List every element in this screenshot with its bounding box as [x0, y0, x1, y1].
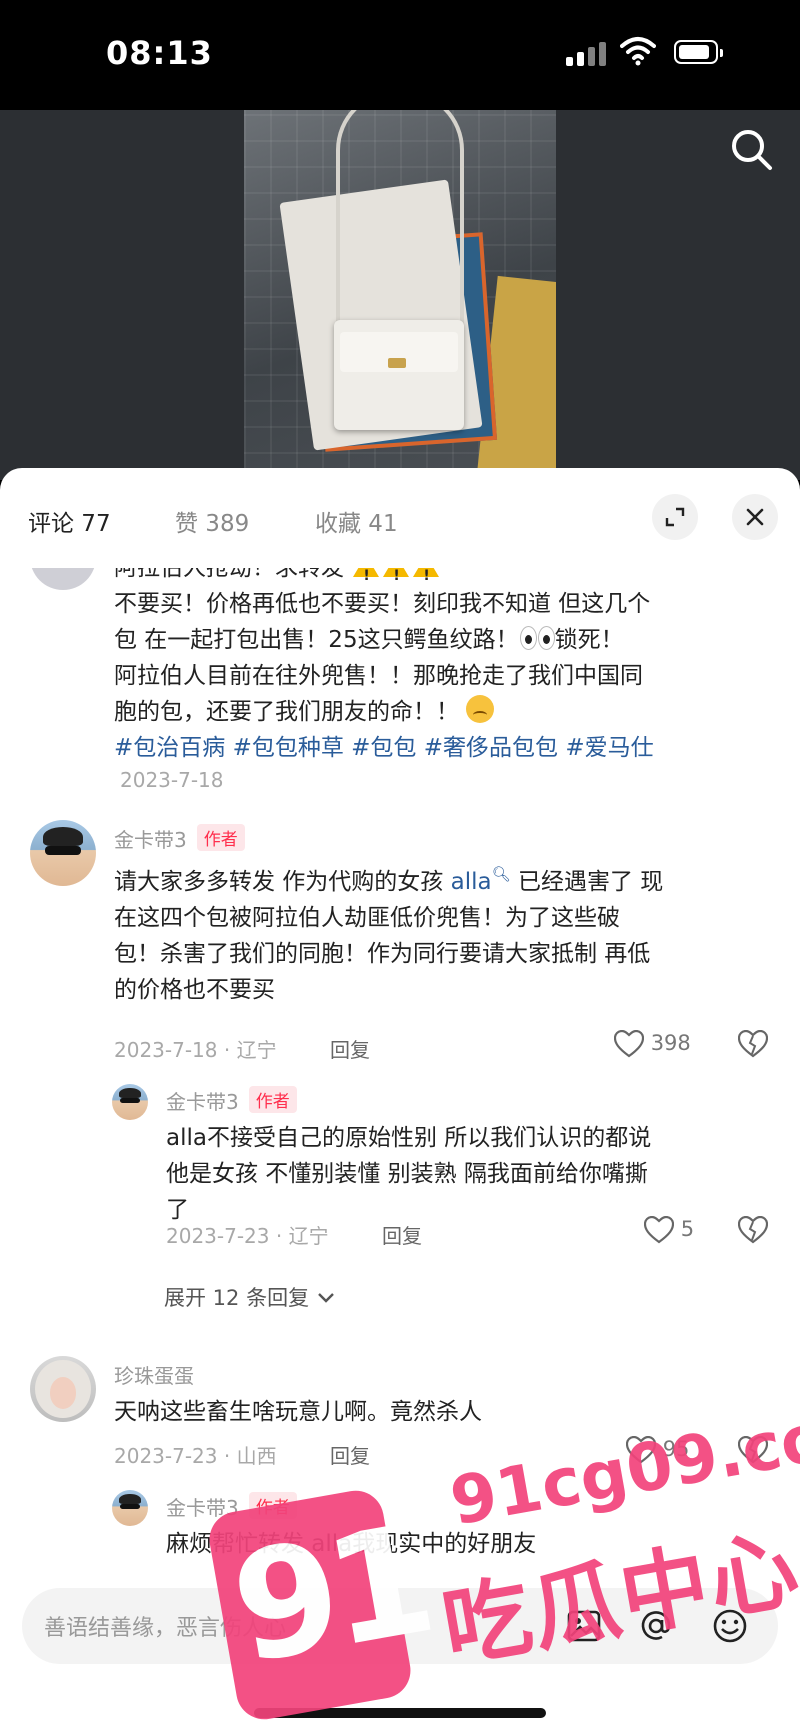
warning-icon [413, 568, 440, 594]
eyes-emoji-icon [519, 626, 555, 650]
comment-author[interactable]: 金卡带3 作者 [114, 824, 245, 853]
comment-author[interactable]: 金卡带3 作者 [166, 1086, 297, 1115]
tab-comments[interactable]: 评论 77 [28, 504, 111, 538]
dislike-icon [737, 1029, 769, 1058]
reply-text: alla不接受自己的原始性别 所以我们认识的都说 他是女孩 不懂别装懂 别装熟 … [166, 1125, 652, 1223]
dislike-icon [737, 1215, 769, 1244]
image-button[interactable] [564, 1606, 604, 1646]
dislike-button[interactable] [737, 1029, 769, 1058]
at-icon [641, 1611, 671, 1640]
dislike-icon [737, 1435, 769, 1464]
crying-emoji-icon [466, 695, 495, 723]
comment-author[interactable]: 珍珠蛋蛋 [114, 1360, 194, 1389]
heart-icon [643, 1215, 675, 1244]
comment-input-placeholder: 善语结善缘，恶言伤人心 [44, 1616, 287, 1641]
comment-list: 阿拉伯人抢劫！求转发 不要买！价格再低也不要买！刻印我不知道 但这几个 包 在一… [0, 568, 800, 1588]
cellular-signal-icon [566, 40, 608, 66]
post-image-area [0, 110, 800, 480]
comment-input[interactable]: 善语结善缘，恶言伤人心 [22, 1588, 778, 1664]
status-bar: 08:13 [0, 0, 800, 110]
comment-sheet: 评论 77 赞 389 收藏 41 阿拉伯人抢劫！求转发 不要买！价格再低也不要… [0, 468, 800, 1736]
reply-button[interactable]: 回复 [382, 1220, 422, 1249]
avatar[interactable] [30, 1356, 96, 1422]
comment-date: 2023-7-23 · 山西 [114, 1444, 277, 1468]
comment-date: 2023-7-18 · 辽宁 [114, 1038, 277, 1062]
post-photo[interactable] [244, 110, 556, 480]
emoji-button[interactable] [710, 1606, 750, 1646]
comment-text: 请大家多多转发 作为代购的女孩 alla🔍︎ 已经遇害了 现 在这四个包被阿拉伯… [114, 865, 664, 1003]
tab-likes[interactable]: 赞 389 [175, 504, 249, 538]
search-mini-icon: 🔍︎ [491, 865, 511, 883]
dislike-button[interactable] [737, 1435, 769, 1464]
comment-text: 天呐这些畜生啥玩意儿啊。竟然杀人 [114, 1399, 482, 1425]
warning-icon [383, 568, 410, 594]
hashtags[interactable]: #包治百病 #包包种草 #包包 #奢侈品包包 #爱马仕 [114, 730, 774, 766]
expand-button[interactable] [652, 494, 698, 540]
mention-button[interactable] [636, 1606, 676, 1646]
mention-link[interactable]: alla [451, 869, 492, 895]
image-icon [567, 1610, 601, 1642]
home-indicator [254, 1708, 546, 1718]
warning-icon [353, 568, 380, 594]
like-button[interactable]: 95 [625, 1435, 689, 1464]
battery-icon [674, 40, 723, 64]
comment-author[interactable]: 金卡带3 作者 [166, 1492, 297, 1521]
avatar[interactable] [112, 1084, 148, 1120]
emoji-icon [713, 1609, 747, 1643]
status-time: 08:13 [106, 34, 213, 72]
like-button[interactable]: 398 [613, 1029, 691, 1058]
author-badge: 作者 [248, 1492, 297, 1519]
expand-replies-button[interactable]: 展开 12 条回复 [164, 1282, 336, 1312]
avatar[interactable] [112, 1490, 148, 1526]
search-button[interactable] [726, 124, 778, 176]
author-badge: 作者 [248, 1086, 297, 1113]
heart-icon [613, 1029, 645, 1058]
wifi-icon [620, 37, 656, 66]
expand-icon [665, 507, 685, 527]
search-icon [732, 130, 772, 170]
tab-favorites[interactable]: 收藏 41 [315, 504, 398, 538]
reply-date: 2023-7-23 · 辽宁 [166, 1224, 329, 1248]
comment-text: 阿拉伯人抢劫！求转发 不要买！价格再低也不要买！刻印我不知道 但这几个 包 在一… [114, 568, 774, 766]
close-button[interactable] [732, 494, 778, 540]
chevron-down-icon [317, 1293, 334, 1303]
comment-date: 2023-7-18 [120, 768, 224, 792]
dislike-button[interactable] [737, 1215, 769, 1244]
like-button[interactable]: 5 [643, 1215, 694, 1244]
reply-button[interactable]: 回复 [330, 1440, 370, 1469]
author-badge: 作者 [196, 824, 245, 851]
close-icon [746, 508, 764, 526]
avatar[interactable] [30, 820, 96, 886]
heart-icon [625, 1435, 657, 1464]
avatar[interactable] [30, 568, 96, 590]
reply-text: 麻烦帮忙转发 alla我现实中的好朋友 [166, 1531, 537, 1557]
reply-button[interactable]: 回复 [330, 1034, 370, 1063]
comment-tabs: 评论 77 赞 389 收藏 41 [0, 468, 800, 568]
